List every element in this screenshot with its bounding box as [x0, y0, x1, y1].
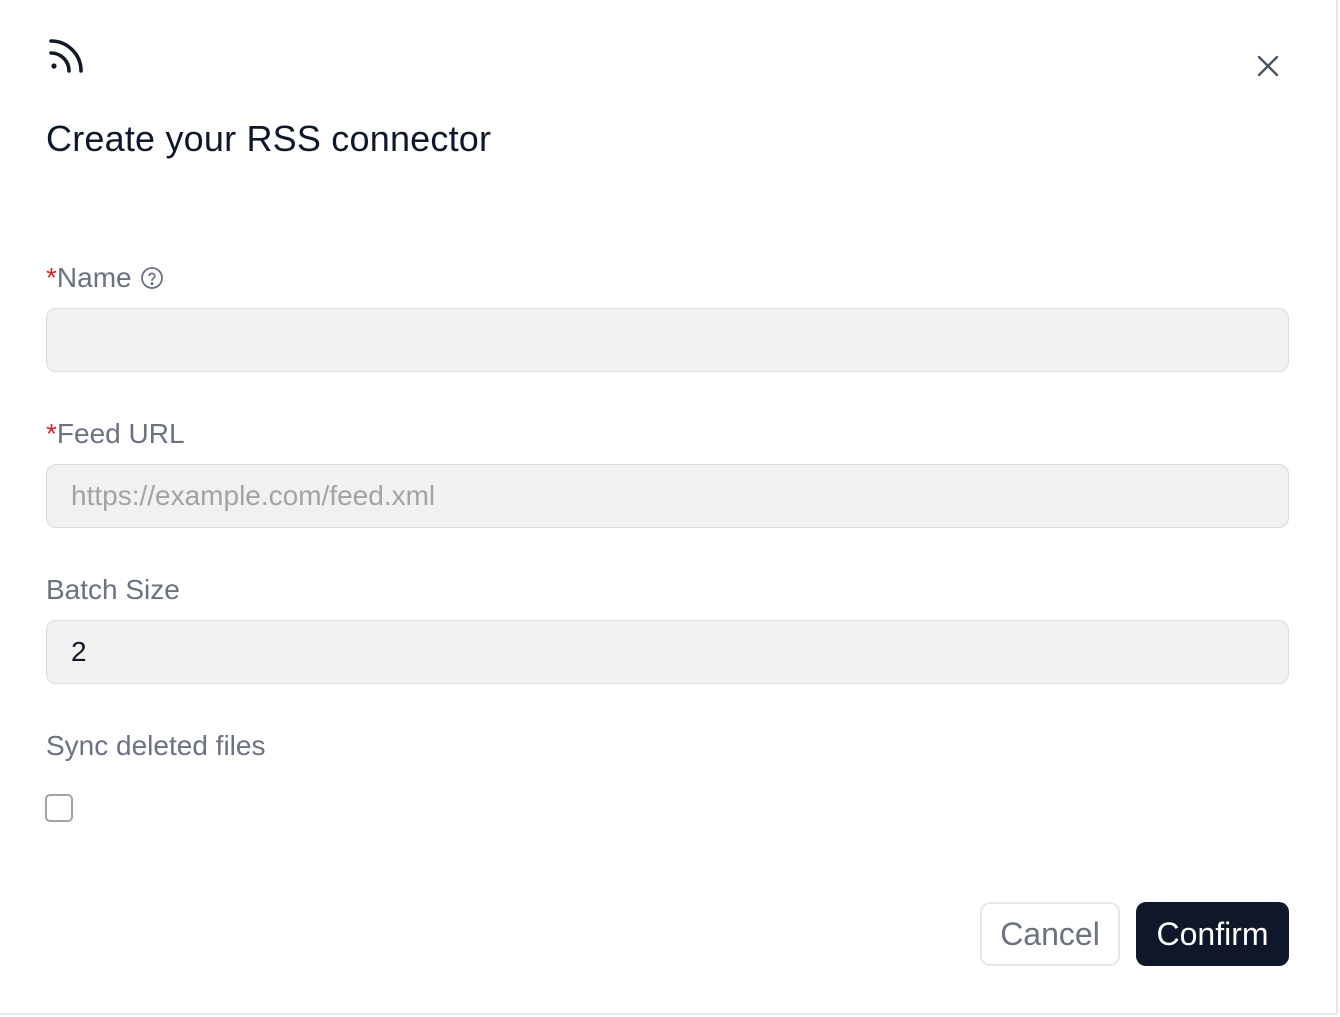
- sync-deleted-files-checkbox[interactable]: [45, 794, 73, 822]
- required-mark: *: [46, 418, 57, 449]
- confirm-button[interactable]: Confirm: [1136, 902, 1289, 966]
- name-label-text: Name: [56, 262, 132, 293]
- cancel-button[interactable]: Cancel: [980, 902, 1120, 966]
- batch-size-label: Batch Size: [46, 574, 180, 606]
- batch-size-input[interactable]: [46, 620, 1289, 684]
- feed-url-input[interactable]: [46, 464, 1289, 528]
- help-circle-icon[interactable]: [140, 266, 164, 290]
- close-icon: [1257, 55, 1279, 82]
- name-label: * Name: [46, 262, 164, 294]
- sync-deleted-files-label: Sync deleted files: [46, 730, 265, 762]
- batch-size-label-text: Batch Size: [46, 574, 180, 605]
- name-input[interactable]: [46, 308, 1289, 372]
- required-mark: *: [46, 262, 57, 293]
- dialog-title: Create your RSS connector: [46, 118, 492, 159]
- sync-deleted-files-label-text: Sync deleted files: [46, 730, 266, 761]
- feed-url-label-text: Feed URL: [56, 418, 185, 449]
- rss-connector-dialog: Create your RSS connector * Name * Feed …: [0, 0, 1338, 1015]
- close-button[interactable]: [1250, 50, 1286, 86]
- feed-url-label: * Feed URL: [46, 418, 185, 450]
- rss-icon: [46, 36, 86, 76]
